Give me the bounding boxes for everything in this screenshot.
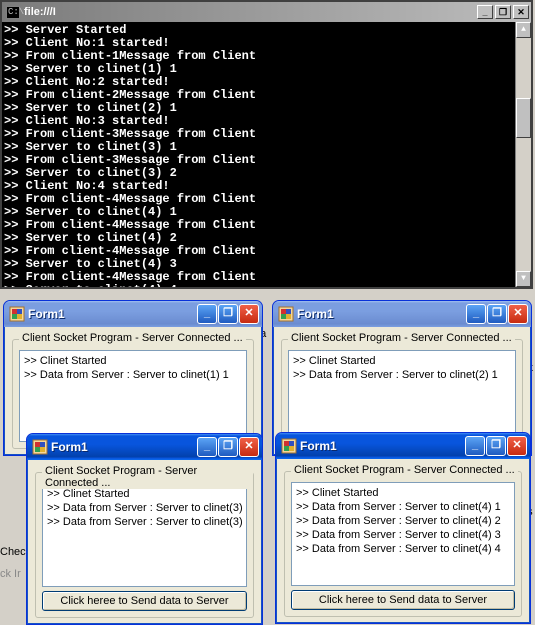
form2-log[interactable]: >> Clinet Started>> Data from Server : S… — [288, 350, 516, 442]
log-line: >> Data from Server : Server to clinet(4… — [296, 528, 510, 542]
form4-group-title: Client Socket Program - Server Connected… — [291, 464, 518, 476]
log-line: >> Clinet Started — [293, 354, 511, 368]
scrollbar[interactable]: ▲ ▼ — [515, 22, 531, 287]
close-button[interactable]: ✕ — [239, 304, 259, 324]
form1-group-title: Client Socket Program - Server Connected… — [19, 332, 246, 344]
form4-titlebar[interactable]: Form1 _ ❐ ✕ — [276, 433, 530, 459]
form3-title: Form1 — [48, 440, 196, 454]
form1-titlebar[interactable]: Form1 _ ❐ ✕ — [4, 301, 262, 327]
form4-log[interactable]: >> Clinet Started>> Data from Server : S… — [291, 482, 515, 586]
form1-title: Form1 — [25, 307, 196, 321]
log-line: >> Data from Server : Server to clinet(4… — [296, 500, 510, 514]
log-line: >> Clinet Started — [296, 486, 510, 500]
log-line: >> Data from Server : Server to clinet(2… — [293, 368, 511, 382]
scroll-up-button[interactable]: ▲ — [516, 22, 531, 38]
cmd-icon: C:\ — [6, 6, 20, 19]
log-line: >> Data from Server : Server to clinet(3… — [47, 501, 242, 515]
minimize-button[interactable]: _ — [197, 304, 217, 324]
minimize-button[interactable]: _ — [197, 437, 217, 457]
log-line: >> Clinet Started — [47, 487, 242, 501]
form1-log[interactable]: >> Clinet Started>> Data from Server : S… — [19, 350, 247, 442]
close-button[interactable]: ✕ — [239, 437, 259, 457]
scroll-down-button[interactable]: ▼ — [516, 271, 531, 287]
console-window: C:\ file:///I _ ❐ ✕ >> Server Started>> … — [0, 0, 533, 289]
restore-button[interactable]: ❐ — [495, 5, 511, 19]
form4-groupbox: Client Socket Program - Server Connected… — [284, 471, 522, 617]
send-button[interactable]: Click heree to Send data to Server — [42, 591, 247, 611]
maximize-button[interactable]: ❐ — [218, 437, 238, 457]
form-window-3: Form1 _ ❐ ✕ Client Socket Program - Serv… — [26, 433, 263, 625]
bg-text: ck Ir — [0, 568, 21, 580]
minimize-button[interactable]: _ — [477, 5, 493, 19]
log-line: >> Data from Server : Server to clinet(4… — [296, 514, 510, 528]
scroll-thumb[interactable] — [516, 98, 531, 138]
form2-titlebar[interactable]: Form1 _ ❐ ✕ — [273, 301, 531, 327]
close-button[interactable]: ✕ — [508, 304, 528, 324]
log-line: >> Data from Server : Server to clinet(1… — [24, 368, 242, 382]
form-window-4: Form1 _ ❐ ✕ Client Socket Program - Serv… — [275, 432, 531, 624]
log-line: >> Server to clinet(4) 4 — [4, 284, 529, 287]
maximize-button[interactable]: ❐ — [487, 304, 507, 324]
log-line: >> Clinet Started — [24, 354, 242, 368]
app-icon — [9, 306, 25, 322]
minimize-button[interactable]: _ — [466, 304, 486, 324]
form2-group-title: Client Socket Program - Server Connected… — [288, 332, 515, 344]
send-button[interactable]: Click heree to Send data to Server — [291, 590, 515, 610]
console-titlebar[interactable]: C:\ file:///I _ ❐ ✕ — [2, 2, 531, 22]
maximize-button[interactable]: ❐ — [218, 304, 238, 324]
form2-title: Form1 — [294, 307, 465, 321]
app-icon — [32, 439, 48, 455]
console-output: >> Server Started>> Client No:1 started!… — [2, 22, 531, 287]
form3-group-title: Client Socket Program - Server Connected… — [42, 465, 253, 489]
console-title: file:///I — [20, 6, 475, 18]
form4-title: Form1 — [297, 439, 464, 453]
close-button[interactable]: ✕ — [507, 436, 527, 456]
log-line: >> Data from Server : Server to clinet(3… — [47, 515, 242, 529]
app-icon — [278, 306, 294, 322]
scroll-track[interactable] — [516, 38, 531, 271]
form3-titlebar[interactable]: Form1 _ ❐ ✕ — [27, 434, 262, 460]
form3-groupbox: Client Socket Program - Server Connected… — [35, 472, 254, 618]
log-line: >> Data from Server : Server to clinet(4… — [296, 542, 510, 556]
close-button[interactable]: ✕ — [513, 5, 529, 19]
bg-text: Chec — [0, 546, 26, 558]
maximize-button[interactable]: ❐ — [486, 436, 506, 456]
form3-log[interactable]: >> Clinet Started>> Data from Server : S… — [42, 483, 247, 587]
minimize-button[interactable]: _ — [465, 436, 485, 456]
app-icon — [281, 438, 297, 454]
